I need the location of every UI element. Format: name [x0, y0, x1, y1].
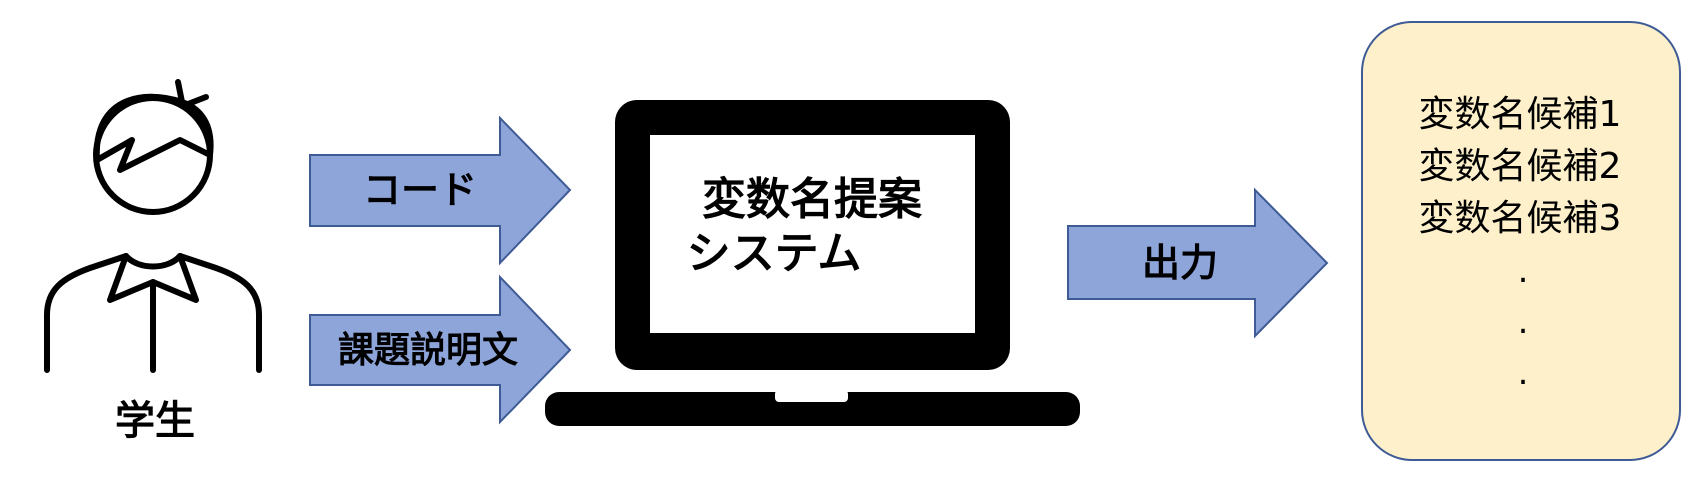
output-box: 変数名候補1 変数名候補2 変数名候補3 . . . [1361, 21, 1681, 461]
student-label: 学生 [115, 398, 195, 444]
code-arrow: コード [309, 115, 572, 266]
system-title-line1: 変数名提案 [702, 174, 923, 225]
description-arrow-label: 課題説明文 [338, 330, 518, 371]
student-group: 学生 [44, 79, 262, 444]
laptop-notch [775, 390, 848, 402]
description-arrow: 課題説明文 [309, 274, 572, 425]
ellipsis-dot-3: . [1518, 353, 1529, 393]
person-icon [44, 79, 262, 373]
output-arrow: 出力 [1067, 187, 1329, 339]
output-box-shape [1361, 21, 1681, 461]
code-arrow-label: コード [363, 168, 477, 212]
ellipsis-dot-1: . [1518, 251, 1529, 291]
ellipsis-dot-2: . [1518, 302, 1529, 342]
candidate-2: 変数名候補2 [1419, 146, 1622, 187]
candidate-1: 変数名候補1 [1419, 94, 1622, 135]
diagram-canvas: 学生 コード 課題説明文 変数名提案 システム 出力 変数名候補1 変数名候補2… [44, 21, 1681, 461]
system-title-line2: システム [687, 228, 862, 279]
output-arrow-label: 出力 [1142, 241, 1218, 285]
candidate-3: 変数名候補3 [1419, 198, 1622, 239]
